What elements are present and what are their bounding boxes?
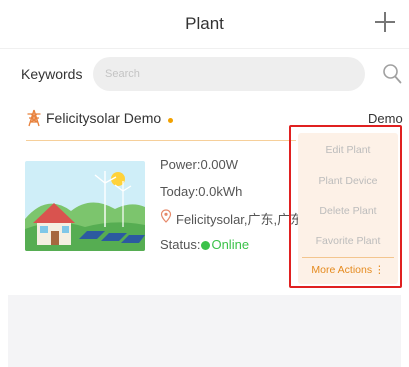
location-pin-icon [160, 209, 172, 223]
plant-action-menu: Edit Plant Plant Device Delete Plant Fav… [298, 133, 398, 284]
status-dot-indicator [168, 118, 173, 123]
search-row: Keywords [0, 56, 409, 94]
header-divider [0, 48, 409, 49]
menu-divider [302, 257, 394, 258]
header-bar: Plant [0, 0, 409, 48]
plant-thumbnail [25, 161, 145, 251]
tower-icon [27, 109, 41, 127]
plant-name: Felicitysolar Demo [46, 110, 162, 126]
more-actions-label: More Actions [311, 264, 373, 276]
search-icon[interactable] [382, 63, 402, 85]
page-title: Plant [185, 14, 224, 33]
more-actions-button[interactable]: More Actions ⋮ [298, 264, 398, 276]
plant-device-item[interactable]: Plant Device [298, 175, 398, 187]
edit-plant-item[interactable]: Edit Plant [298, 144, 398, 156]
status-label: Status: [160, 237, 201, 252]
vertical-dots-icon: ⋮ [374, 264, 385, 276]
online-dot-icon [201, 241, 211, 250]
add-plant-button[interactable] [371, 8, 399, 36]
delete-plant-item[interactable]: Delete Plant [298, 205, 398, 217]
status-row: Status: Online [160, 237, 249, 252]
today-energy-value: Today:0.0kWh [160, 184, 243, 199]
status-value: Online [211, 237, 250, 252]
plant-tag: Demo [368, 111, 403, 126]
favorite-plant-item[interactable]: Favorite Plant [298, 235, 398, 247]
empty-list-area [8, 295, 401, 367]
plant-location: Felicitysolar,广东,广东 [176, 212, 304, 227]
search-input[interactable] [93, 57, 365, 91]
keywords-label: Keywords [21, 66, 83, 82]
power-value: Power:0.00W [160, 157, 239, 172]
